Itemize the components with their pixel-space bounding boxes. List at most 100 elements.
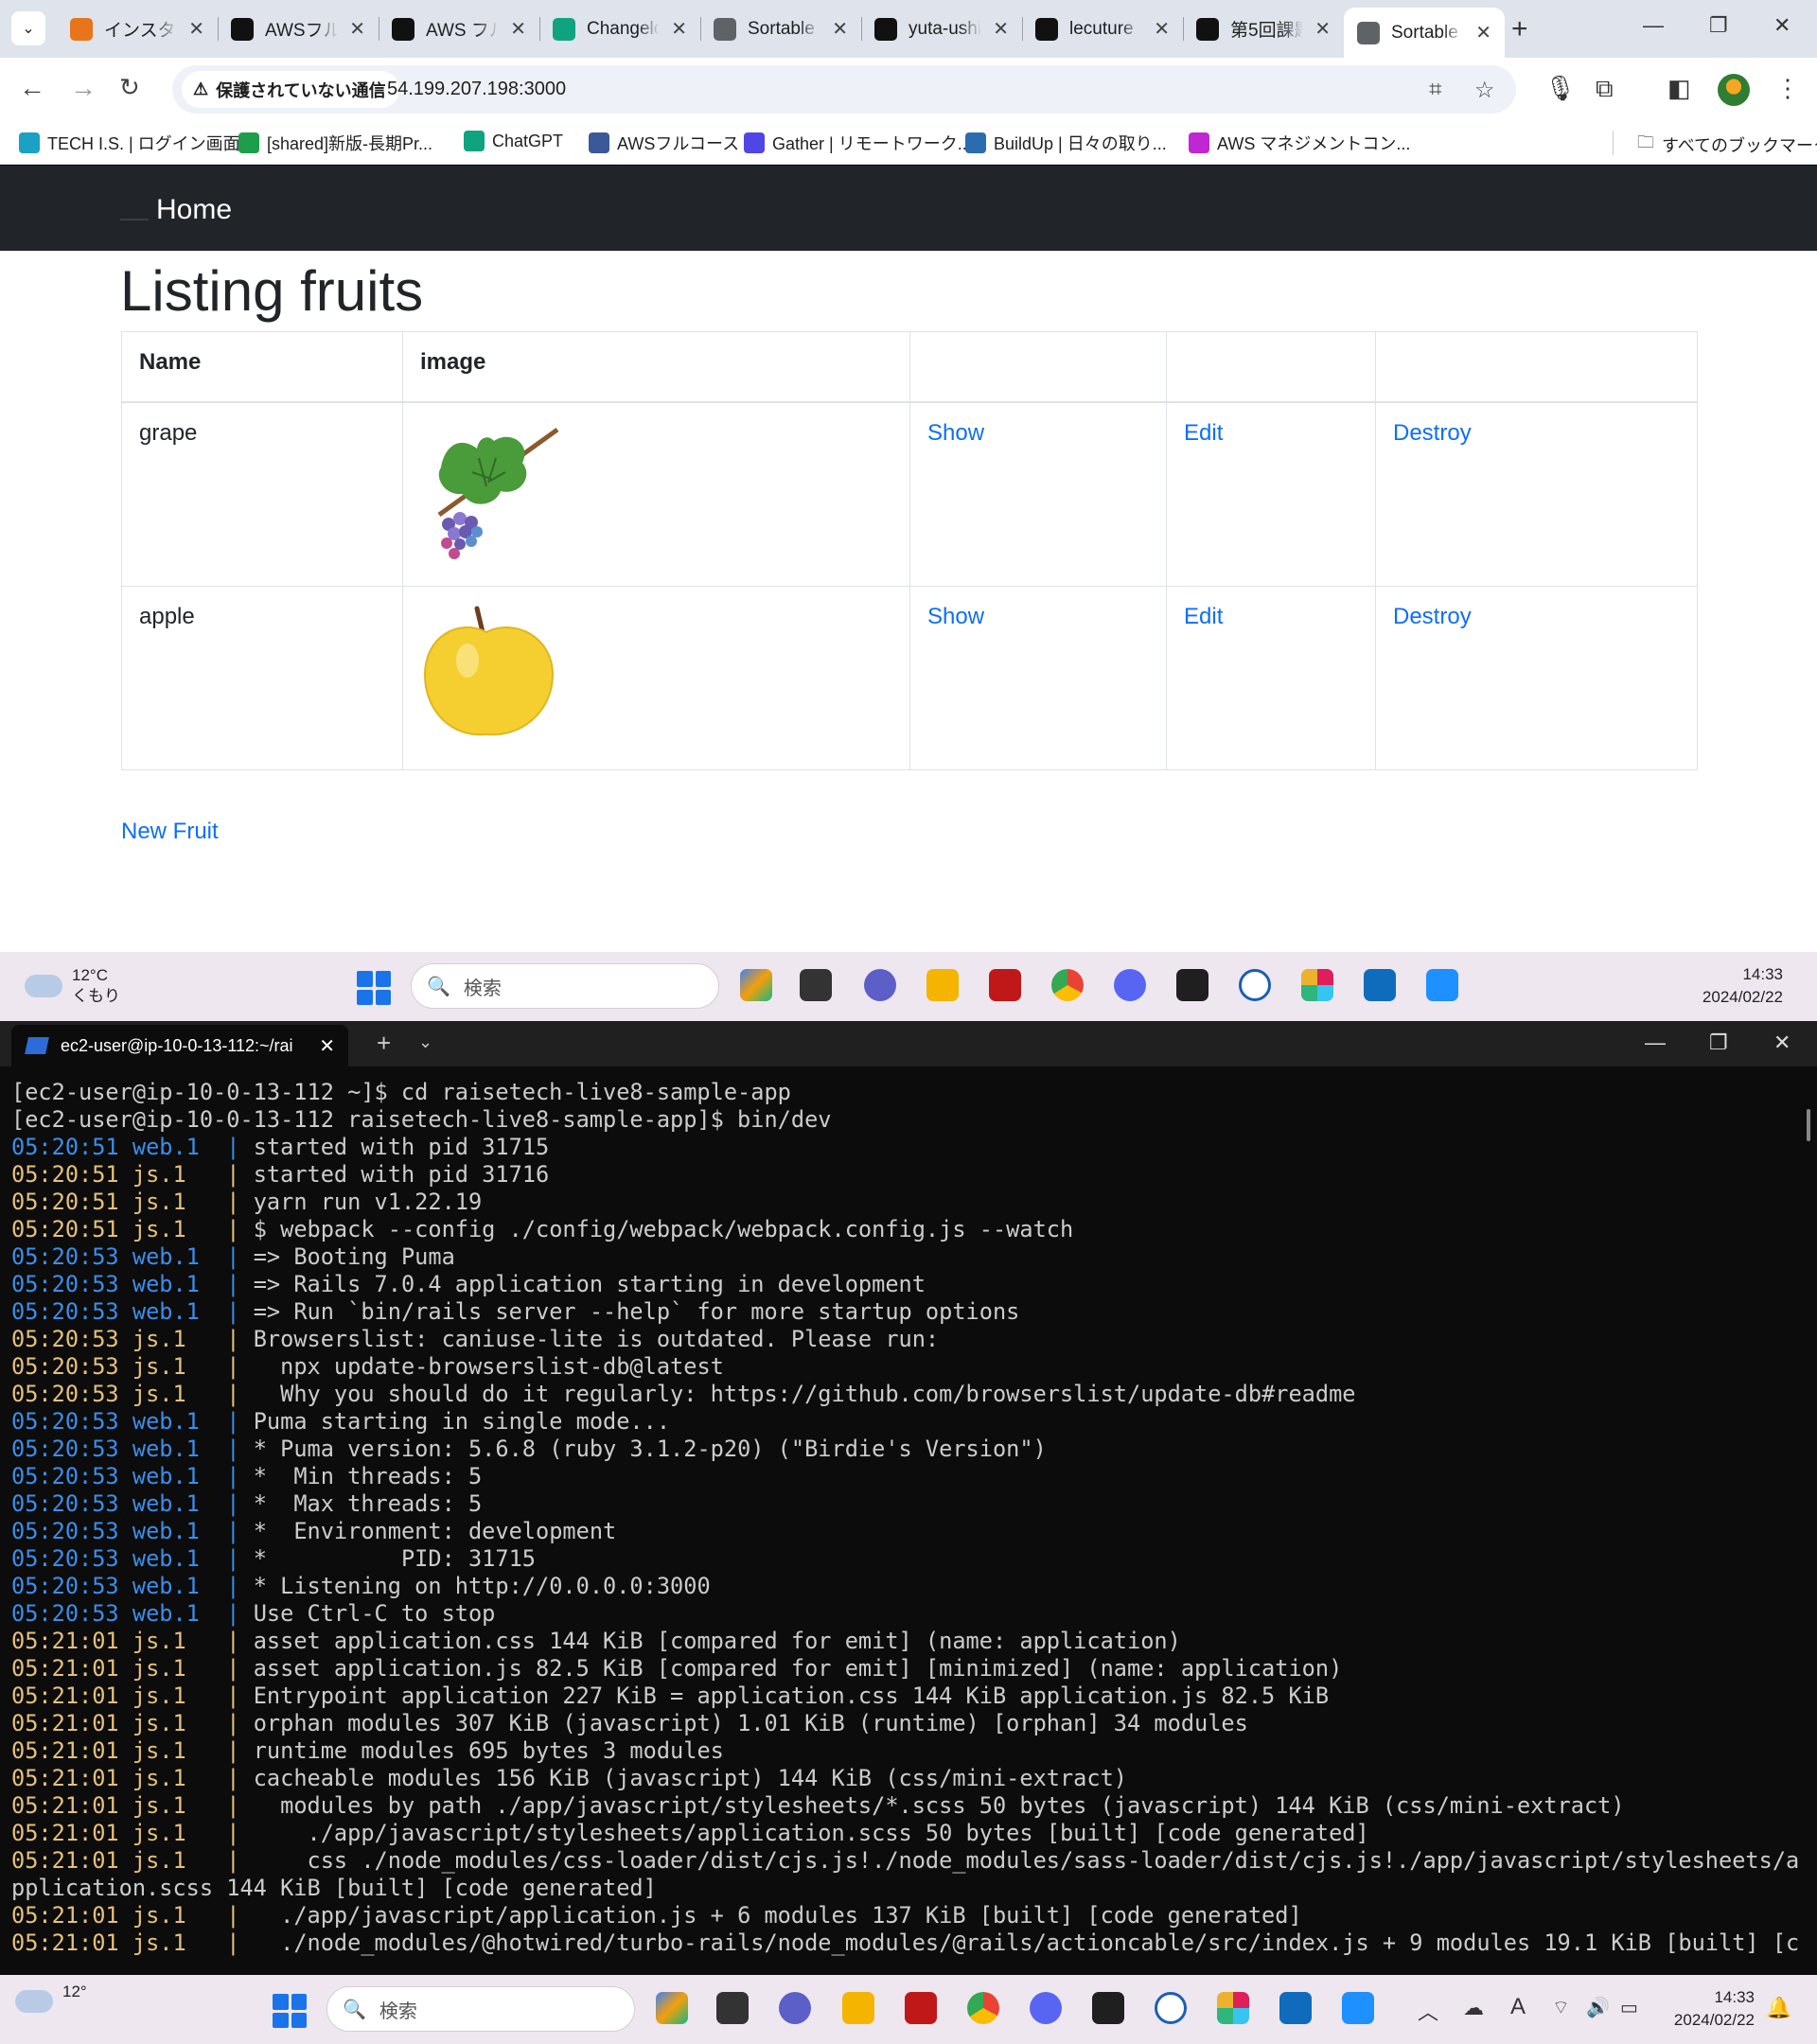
extensions-icon[interactable]: ⧉ xyxy=(1596,74,1614,104)
slack-icon[interactable] xyxy=(1217,1992,1249,2024)
weather-widget[interactable]: 12° xyxy=(15,1982,87,2013)
bookmark-item[interactable]: [shared]新版-長期Pr... xyxy=(238,131,432,155)
bookmark-item[interactable]: AWSフルコース xyxy=(589,131,739,155)
bookmark-item[interactable]: Gather | リモートワーク... xyxy=(744,131,972,155)
close-tab-icon[interactable]: ✕ xyxy=(349,17,365,41)
teams-icon[interactable] xyxy=(864,969,896,1001)
outlook-icon[interactable] xyxy=(1279,1992,1312,2024)
edit-link[interactable]: Edit xyxy=(1184,604,1223,629)
forward-button[interactable]: → xyxy=(70,73,97,103)
notification-bell-icon[interactable]: 🔔 xyxy=(1766,1996,1791,2020)
bookmark-star-icon[interactable]: ☆ xyxy=(1474,77,1495,104)
destroy-link[interactable]: Destroy xyxy=(1393,604,1472,629)
mcafee-icon[interactable] xyxy=(989,969,1021,1001)
battery-icon[interactable]: ▭ xyxy=(1620,1996,1638,2019)
more-menu-icon[interactable]: ⋮ xyxy=(1775,74,1800,103)
clock[interactable]: 14:33 2024/02/22 xyxy=(1647,1986,1755,2032)
new-fruit-link[interactable]: New Fruit xyxy=(121,819,219,845)
taskbar-search[interactable]: 🔍 検索 xyxy=(411,963,719,1009)
task-view-icon[interactable] xyxy=(800,969,832,1001)
close-tab-icon[interactable]: ✕ xyxy=(188,17,204,41)
destroy-link[interactable]: Destroy xyxy=(1393,420,1472,446)
photos-icon[interactable] xyxy=(1426,969,1458,1001)
close-tab-icon[interactable]: ✕ xyxy=(1475,21,1491,44)
terminal-close-button[interactable]: ✕ xyxy=(1773,1031,1791,1055)
task-view-icon[interactable] xyxy=(716,1992,749,2024)
close-tab-icon[interactable]: ✕ xyxy=(671,17,687,41)
microphone-icon[interactable]: 🎙 xyxy=(1544,74,1576,103)
new-terminal-tab-button[interactable]: + xyxy=(377,1029,391,1058)
home-link[interactable]: Home xyxy=(156,194,232,226)
terminal-scrollbar[interactable] xyxy=(1807,1109,1810,1141)
mcafee-icon[interactable] xyxy=(905,1992,937,2024)
new-tab-button[interactable]: + xyxy=(1511,13,1528,45)
terminal-icon[interactable] xyxy=(1092,1992,1124,2024)
terminal-output[interactable]: [ec2-user@ip-10-0-13-112 ~]$ cd raisetec… xyxy=(0,1066,1817,1975)
chrome-icon[interactable] xyxy=(967,1992,999,2024)
terminal-icon[interactable] xyxy=(1176,969,1208,1001)
url-text[interactable]: 54.199.207.198:3000 xyxy=(387,79,566,100)
discord-icon[interactable] xyxy=(1030,1992,1062,2024)
browser-tab[interactable]: インスタンス ✕ xyxy=(57,8,218,50)
close-tab-icon[interactable]: ✕ xyxy=(510,17,526,41)
browser-tab[interactable]: yuta-ushijima ✕ xyxy=(861,8,1022,50)
bookmark-item[interactable]: ChatGPT xyxy=(464,131,563,151)
browser-tab[interactable]: 第5回課題 ✕ xyxy=(1183,8,1344,50)
close-tab-icon[interactable]: ✕ xyxy=(1154,17,1170,41)
discord-icon[interactable] xyxy=(1114,969,1146,1001)
copilot-icon[interactable] xyxy=(740,969,772,1001)
bookmark-item[interactable]: TECH I.S. | ログイン画面 xyxy=(19,131,240,155)
close-tab-icon[interactable]: ✕ xyxy=(1314,17,1331,41)
terminal-minimize-button[interactable]: — xyxy=(1645,1031,1666,1055)
slack-icon[interactable] xyxy=(1301,969,1333,1001)
terminal-tab[interactable]: ec2-user@ip-10-0-13-112:~/rai ✕ xyxy=(11,1025,348,1066)
photos-icon[interactable] xyxy=(1342,1992,1374,2024)
back-button[interactable]: ← xyxy=(19,73,45,103)
browser-tab[interactable]: Sortable ✕ xyxy=(700,8,861,50)
copilot-icon[interactable] xyxy=(656,1992,688,2024)
taskbar-search[interactable]: 🔍 検索 xyxy=(326,1986,635,2032)
translate-icon[interactable]: ⌗ xyxy=(1429,77,1442,103)
navbar-toggler[interactable] xyxy=(120,219,149,220)
all-bookmarks-button[interactable]: 🗀 すべてのブックマーク xyxy=(1637,131,1817,159)
address-bar[interactable]: ⚠ 保護されていない通信 54.199.207.198:3000 ⌗ ☆ xyxy=(172,65,1516,114)
restore-button[interactable]: ❐ xyxy=(1709,13,1728,38)
browser-tab[interactable]: Changelog ✕ xyxy=(539,8,700,50)
wifi-icon[interactable]: ⌔ xyxy=(1552,1996,1570,2019)
volume-icon[interactable]: 🔊 xyxy=(1586,1996,1610,2019)
side-panel-icon[interactable]: ◧ xyxy=(1667,74,1691,103)
close-tab-icon[interactable]: ✕ xyxy=(993,17,1009,41)
tab-search-button[interactable]: ⌄ xyxy=(11,11,45,45)
file-explorer-icon[interactable] xyxy=(842,1992,874,2024)
profile-avatar[interactable] xyxy=(1718,74,1750,106)
terminal-restore-button[interactable]: ❐ xyxy=(1709,1031,1728,1055)
chevron-up-icon[interactable]: ︿ xyxy=(1418,1996,1438,2026)
close-tab-icon[interactable]: ✕ xyxy=(832,17,848,41)
close-tab-icon[interactable]: ✕ xyxy=(319,1034,335,1058)
onepassword-icon[interactable] xyxy=(1239,969,1271,1001)
browser-tab[interactable]: lecuture ✕ xyxy=(1022,8,1183,50)
edit-link[interactable]: Edit xyxy=(1184,420,1223,446)
chevron-down-icon[interactable]: ⌄ xyxy=(418,1032,432,1052)
outlook-icon[interactable] xyxy=(1364,969,1396,1001)
ime-icon[interactable]: A xyxy=(1510,1994,1526,2020)
browser-tab[interactable]: Sortable ✕ xyxy=(1344,8,1505,58)
minimize-button[interactable]: — xyxy=(1643,13,1664,38)
weather-widget[interactable]: 12°C くもり xyxy=(25,965,120,1007)
clock[interactable]: 14:33 2024/02/22 xyxy=(1675,963,1783,1009)
onedrive-icon[interactable]: ☁ xyxy=(1463,1996,1484,2020)
chrome-icon[interactable] xyxy=(1051,969,1084,1001)
show-link[interactable]: Show xyxy=(927,420,984,446)
show-link[interactable]: Show xyxy=(927,604,984,629)
browser-tab[interactable]: AWS フルコース ✕ xyxy=(379,8,539,50)
start-button[interactable] xyxy=(357,971,391,1005)
security-chip[interactable]: ⚠ 保護されていない通信 xyxy=(182,71,399,108)
start-button[interactable] xyxy=(273,1994,307,2028)
reload-button[interactable]: ↻ xyxy=(119,73,140,102)
close-window-button[interactable]: ✕ xyxy=(1773,13,1791,38)
bookmark-item[interactable]: BuildUp | 日々の取り... xyxy=(965,131,1167,155)
browser-tab[interactable]: AWSフルコース ✕ xyxy=(218,8,379,50)
teams-icon[interactable] xyxy=(779,1992,811,2024)
file-explorer-icon[interactable] xyxy=(926,969,959,1001)
bookmark-item[interactable]: AWS マネジメントコン... xyxy=(1189,131,1410,155)
